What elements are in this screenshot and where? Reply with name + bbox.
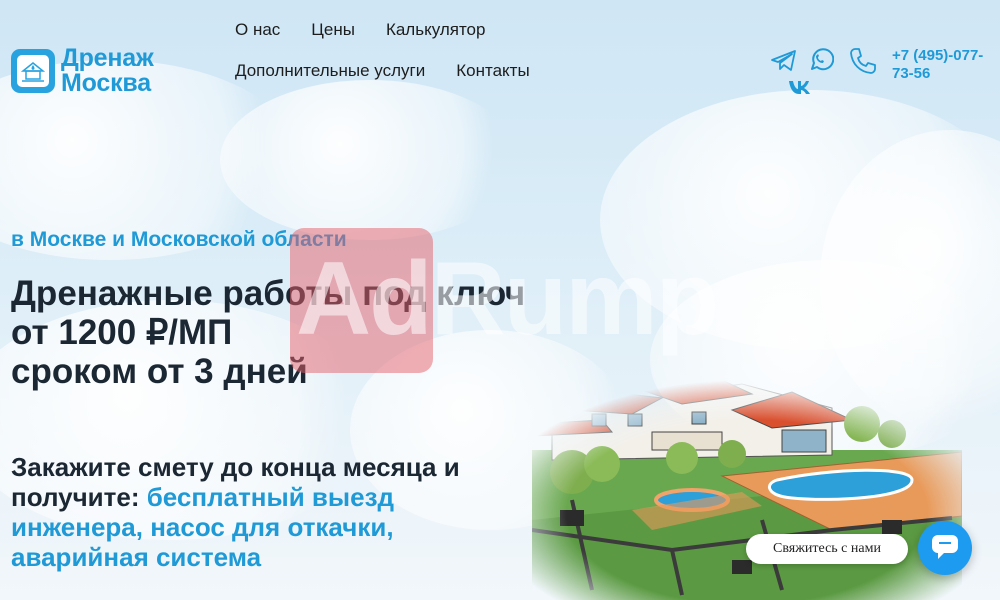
logo[interactable]: Дренаж Москва <box>11 46 154 96</box>
nav-link-contacts[interactable]: Контакты <box>456 61 529 81</box>
phone-number[interactable]: +7 (495)-077-73-56 <box>892 47 997 83</box>
chat-icon <box>930 532 960 565</box>
hero-subtitle: в Москве и Московской области <box>11 228 347 251</box>
brand-name: Дренаж Москва <box>61 46 154 96</box>
nav-link-prices[interactable]: Цены <box>311 20 355 40</box>
hero-title-line-3: сроком от 3 дней <box>11 352 308 391</box>
nav-link-about[interactable]: О нас <box>235 20 280 40</box>
brand-line-1: Дренаж <box>61 44 154 72</box>
hero-title: Дренажные работы под ключ от 1200 ₽/МП с… <box>11 274 531 391</box>
brand-line-2: Москва <box>61 69 151 97</box>
nav-link-extra-services[interactable]: Дополнительные услуги <box>235 61 425 81</box>
social-links <box>770 45 840 105</box>
site-header: Дренаж Москва О нас Цены Калькулятор Доп… <box>0 0 1000 110</box>
hero-title-line-1: Дренажные работы под ключ <box>11 274 526 313</box>
hero-title-line-2: от 1200 ₽/МП <box>11 313 233 352</box>
main-nav: О нас Цены Калькулятор Дополнительные ус… <box>235 20 561 102</box>
telegram-icon[interactable] <box>770 49 798 78</box>
phone-icon[interactable] <box>848 46 878 81</box>
nav-link-calculator[interactable]: Калькулятор <box>386 20 486 40</box>
hero-offer: Закажите смету до конца месяца и получит… <box>11 452 511 572</box>
contact-us-label[interactable]: Свяжитесь с нами <box>746 534 908 564</box>
vk-icon[interactable] <box>788 79 814 100</box>
drainage-house-illustration <box>532 380 962 600</box>
chat-widget-button[interactable] <box>918 521 972 575</box>
drainage-logo-icon <box>11 49 55 93</box>
whatsapp-icon[interactable] <box>806 45 835 78</box>
